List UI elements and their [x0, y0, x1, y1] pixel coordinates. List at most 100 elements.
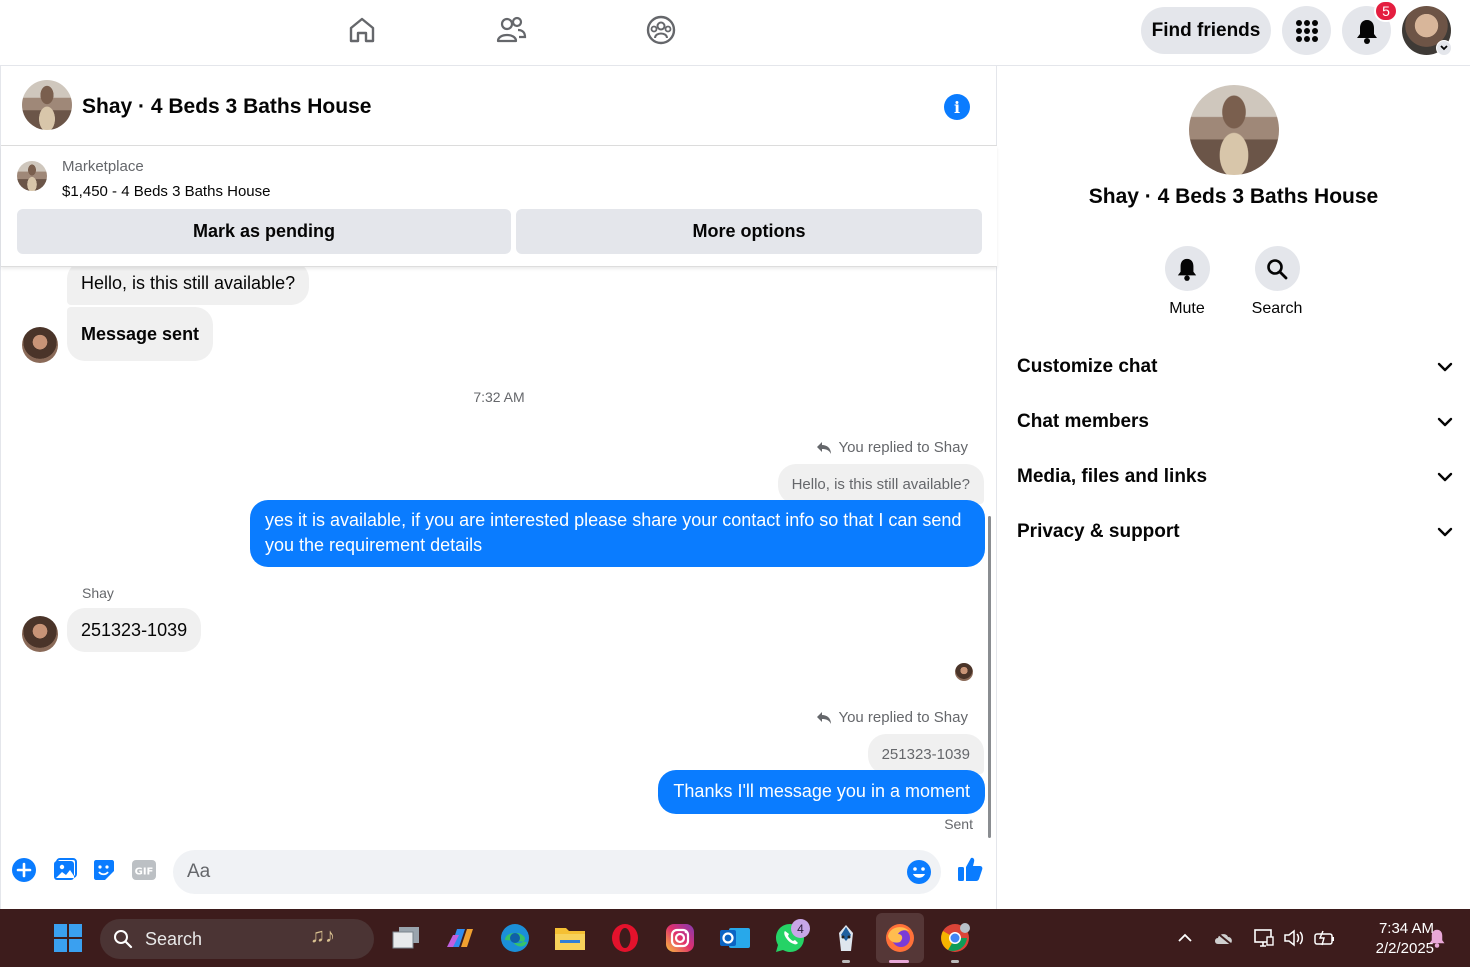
more-options-button[interactable]: More options [516, 209, 982, 254]
outlook-icon[interactable] [717, 920, 753, 956]
cloud-offline-icon[interactable] [1213, 927, 1235, 949]
windows-icon [54, 924, 82, 952]
replied-note-text: You replied to Shay [838, 439, 968, 456]
mute-button[interactable]: Mute [1152, 246, 1222, 318]
app-icon[interactable] [828, 920, 864, 956]
system-clock[interactable]: 7:34 AM 2/2/2025 [1340, 919, 1434, 959]
incoming-message[interactable]: Hello, is this still available? [67, 267, 310, 305]
mark-as-pending-button[interactable]: Mark as pending [17, 209, 511, 254]
chat-details-panel: Shay · 4 Beds 3 Baths House Mute Search … [997, 66, 1470, 909]
network-icon[interactable] [1253, 927, 1275, 949]
incoming-message[interactable]: 251323-1039 [67, 608, 202, 652]
section-privacy-support[interactable]: Privacy & support [1017, 512, 1453, 552]
quoted-message[interactable]: Hello, is this still available? [777, 464, 984, 504]
search-icon [1254, 246, 1300, 291]
search-button[interactable]: Search [1242, 246, 1312, 318]
reply-icon [817, 711, 832, 724]
section-customize-chat[interactable]: Customize chat [1017, 347, 1453, 387]
task-view-icon[interactable] [388, 920, 424, 956]
section-chat-members[interactable]: Chat members [1017, 402, 1453, 442]
outgoing-message[interactable]: yes it is available, if you are interest… [250, 500, 985, 567]
chevron-up-icon[interactable] [1174, 927, 1196, 949]
scrollbar[interactable] [988, 516, 991, 838]
message-text: yes it is available, if you are interest… [265, 510, 962, 555]
incoming-message[interactable]: Message sent [67, 307, 214, 361]
active-indicator [889, 960, 909, 963]
quoted-message[interactable]: 251323-1039 [867, 734, 984, 774]
message-text: 251323-1039 [81, 619, 188, 640]
section-label: Media, files and links [1017, 466, 1208, 487]
taskbar-search-label: Search [145, 929, 203, 949]
find-friends-label: Find friends [1151, 19, 1261, 41]
menu-grid-button[interactable] [1282, 6, 1331, 55]
find-friends-button[interactable]: Find friends [1141, 7, 1271, 54]
running-indicator [842, 960, 850, 963]
sender-name: Shay [82, 585, 114, 601]
notification-bell-icon[interactable] [1426, 927, 1448, 949]
section-label: Customize chat [1017, 356, 1158, 377]
message-input[interactable] [187, 850, 887, 894]
listing-title[interactable]: $1,450 - 4 Beds 3 Baths House [62, 183, 270, 200]
copilot-icon[interactable] [442, 920, 478, 956]
listing-avatar-large[interactable] [1189, 85, 1279, 175]
chevron-down-icon[interactable] [1436, 40, 1452, 56]
home-icon[interactable] [344, 12, 380, 48]
replied-note: You replied to Shay [816, 439, 968, 456]
reply-icon [817, 441, 832, 454]
volume-icon[interactable] [1283, 927, 1305, 949]
replied-note: You replied to Shay [816, 709, 968, 726]
message-input-box[interactable] [173, 850, 941, 894]
firefox-icon[interactable] [882, 920, 918, 956]
running-indicator [951, 960, 959, 963]
friends-icon[interactable] [493, 12, 529, 48]
message-text: Hello, is this still available? [81, 272, 296, 293]
plus-icon[interactable] [11, 857, 37, 883]
message-list[interactable]: Hello, is this still available? Message … [1, 267, 997, 837]
edge-icon[interactable] [497, 920, 533, 956]
marketplace-banner: Marketplace $1,450 - 4 Beds 3 Baths Hous… [1, 146, 997, 267]
marketplace-label: Marketplace [62, 158, 144, 175]
avatar[interactable] [22, 616, 58, 652]
timestamp: 7:32 AM [473, 389, 525, 405]
quoted-text: 251323-1039 [881, 745, 970, 763]
info-icon[interactable]: i [944, 94, 970, 120]
replied-note-text: You replied to Shay [838, 709, 968, 726]
groups-icon[interactable] [643, 12, 679, 48]
top-navigation-bar: Find friends 5 [0, 0, 1470, 66]
clock-time: 7:34 AM [1378, 920, 1434, 937]
taskbar-search[interactable]: Search ♫♪ [100, 919, 374, 959]
listing-thumbnail[interactable] [17, 161, 47, 191]
image-icon[interactable] [52, 857, 78, 883]
grid-icon [1295, 19, 1318, 42]
listing-avatar[interactable] [22, 80, 72, 130]
start-button[interactable] [50, 920, 86, 956]
windows-taskbar: Search ♫♪ 4 7:34 AM 2/2/2025 [0, 909, 1470, 967]
message-text: Thanks I'll message you in a moment [673, 781, 970, 801]
opera-icon[interactable] [607, 920, 643, 956]
search-label: Search [1251, 300, 1303, 317]
avatar[interactable] [22, 327, 58, 363]
message-text: Message sent [81, 323, 200, 344]
section-label: Privacy & support [1017, 521, 1180, 542]
mute-label: Mute [1169, 300, 1205, 317]
sticker-icon[interactable] [91, 857, 117, 883]
thumbs-up-icon[interactable] [955, 854, 985, 884]
gif-icon[interactable]: GIF [131, 857, 157, 883]
battery-icon[interactable] [1314, 927, 1336, 949]
emoji-icon[interactable] [906, 859, 932, 885]
chrome-icon[interactable] [937, 920, 973, 956]
instagram-icon[interactable] [662, 920, 698, 956]
more-options-label: More options [692, 221, 806, 241]
file-explorer-icon[interactable] [552, 920, 588, 956]
message-composer: GIF [1, 837, 997, 909]
search-icon [114, 930, 133, 949]
gif-label: GIF [135, 867, 154, 878]
details-title: Shay · 4 Beds 3 Baths House [1088, 185, 1379, 208]
section-media-files-links[interactable]: Media, files and links [1017, 457, 1453, 497]
outgoing-message[interactable]: Thanks I'll message you in a moment [658, 770, 985, 814]
quoted-text: Hello, is this still available? [791, 475, 970, 493]
chevron-down-icon [1437, 472, 1453, 482]
bell-icon [1164, 246, 1210, 291]
chat-panel: Shay · 4 Beds 3 Baths House i Marketplac… [0, 66, 997, 909]
chat-title[interactable]: Shay · 4 Beds 3 Baths House [82, 95, 371, 119]
